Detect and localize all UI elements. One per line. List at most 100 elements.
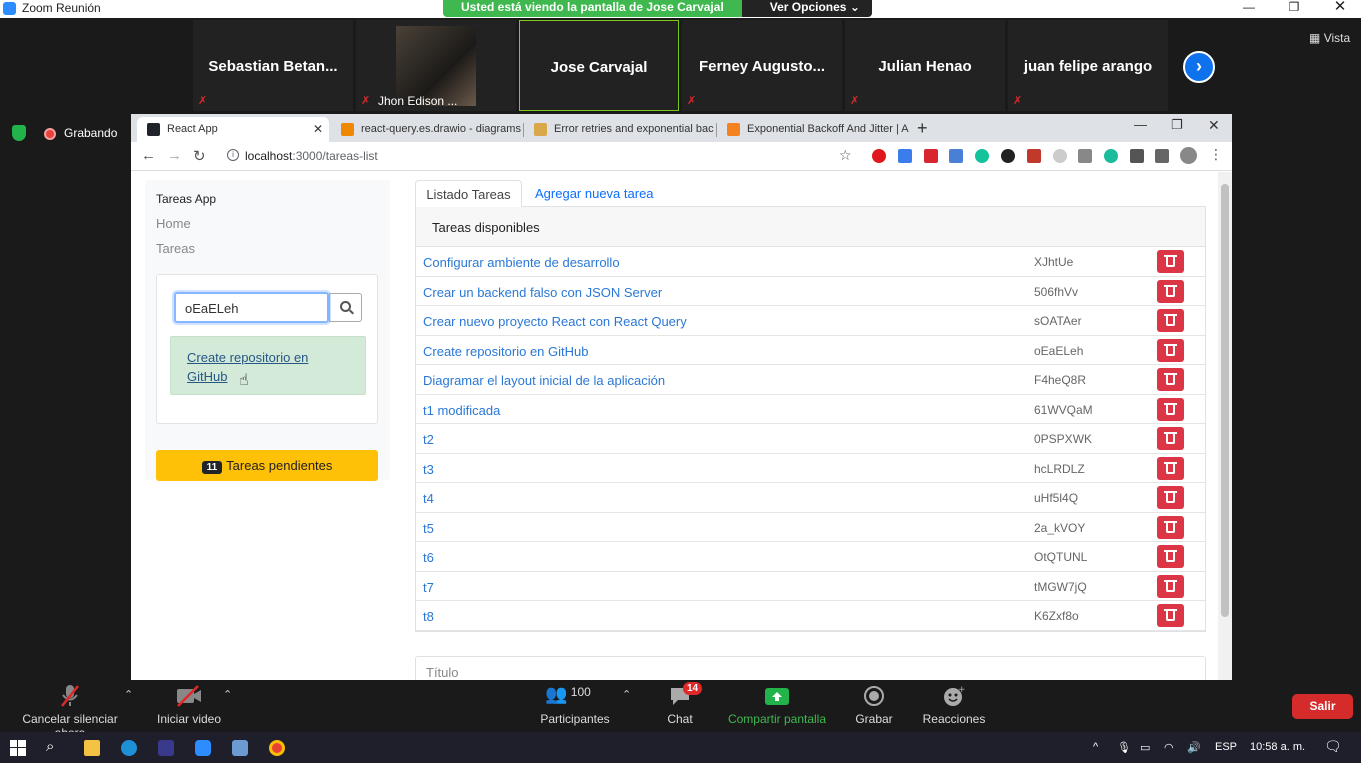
participants-button[interactable]: 👥 100 Participantes [540,684,610,726]
forward-arrow-icon[interactable]: → [167,147,182,164]
nav-link-tareas[interactable]: Tareas [156,241,195,256]
share-screen-button[interactable]: Compartir pantalla [727,684,827,726]
task-name-link[interactable]: Crear un backend falso con JSON Server [423,285,662,300]
participant-tile[interactable]: Julian Henao ✗ [845,20,1005,111]
profile-avatar[interactable] [1180,147,1197,164]
chrome-icon[interactable] [269,740,285,756]
extension-icon[interactable] [1027,149,1041,163]
search-input[interactable]: oEaELeh [174,292,329,323]
delete-task-button[interactable] [1157,604,1184,627]
delete-task-button[interactable] [1157,427,1184,450]
task-name-link[interactable]: t1 modificada [423,403,500,418]
task-name-link[interactable]: t4 [423,491,434,506]
search-result-link[interactable]: Create repositorio en GitHub [187,348,337,386]
delete-task-button[interactable] [1157,338,1184,362]
next-page-arrow-icon[interactable]: › [1183,51,1215,83]
tab-listado-tareas[interactable]: Listado Tareas [415,180,522,208]
audio-options-caret-icon[interactable]: ⌃ [124,688,133,701]
search-icon[interactable]: ⌕ [46,738,62,755]
delete-task-button[interactable] [1157,309,1184,332]
language-indicator[interactable]: ESP [1215,741,1237,753]
translate-extension-icon[interactable] [949,149,963,163]
task-name-link[interactable]: t8 [423,609,434,624]
url-field[interactable]: i localhost:3000/tareas-list [221,145,861,167]
delete-task-button[interactable] [1157,545,1184,568]
leave-meeting-button[interactable]: Salir [1292,694,1353,719]
browser-restore-icon[interactable]: ❐ [1171,117,1183,133]
security-shield-icon[interactable] [12,125,26,141]
browser-minimize-icon[interactable]: — [1134,117,1147,132]
start-video-button[interactable]: Iniciar video [154,684,224,726]
view-button[interactable]: ▦ Vista [1309,31,1350,45]
puzzle-extensions-icon[interactable] [1130,149,1144,163]
grammarly-extension-icon[interactable] [975,149,989,163]
back-arrow-icon[interactable]: ← [141,147,156,164]
restore-icon[interactable]: ❐ [1271,0,1317,18]
browser-menu-icon[interactable]: ⋮ [1209,146,1223,163]
tray-chevron-icon[interactable]: ^ [1093,741,1098,753]
extension-icon[interactable] [924,149,938,163]
page-scrollbar[interactable] [1218,172,1232,680]
notifications-icon[interactable]: 🗨 [1324,738,1342,755]
close-icon[interactable]: ✕ [1317,0,1361,18]
browser-tab-drawio[interactable]: react-query.es.drawio - diagrams [331,117,523,142]
block-extension-icon[interactable] [1001,149,1015,163]
browser-tab-error-retries[interactable]: Error retries and exponential bac [524,117,716,142]
participants-caret-icon[interactable]: ⌃ [622,688,631,701]
task-name-link[interactable]: t2 [423,432,434,447]
file-explorer-icon[interactable] [84,740,100,756]
browser-tab-react-app[interactable]: React App ✕ [137,117,329,142]
task-name-link[interactable]: t3 [423,462,434,477]
clock[interactable]: 10:58 a. m. [1250,741,1305,753]
close-tab-icon[interactable]: ✕ [313,122,323,136]
delete-task-button[interactable] [1157,368,1184,391]
task-name-link[interactable]: t5 [423,521,434,536]
app-icon[interactable] [158,740,174,756]
zoom-app-icon[interactable] [195,740,211,756]
delete-task-button[interactable] [1157,279,1184,303]
task-name-link[interactable]: Diagramar el layout inicial de la aplica… [423,373,665,388]
scrollbar-thumb[interactable] [1221,184,1229,617]
cast-icon[interactable] [1155,149,1169,163]
delete-task-button[interactable] [1157,456,1184,480]
wifi-icon[interactable]: ◠ [1164,741,1174,754]
nav-link-home[interactable]: Home [156,216,191,231]
extension-icon[interactable] [1053,149,1067,163]
reactions-button[interactable]: + Reacciones [922,684,986,726]
task-name-link[interactable]: t6 [423,550,434,565]
edge-icon[interactable] [121,740,137,756]
windows-start-icon[interactable] [10,740,26,756]
search-button[interactable] [329,293,362,322]
volume-icon[interactable]: 🔊 [1187,741,1201,754]
view-options-button[interactable]: Ver Opciones ⌄ [741,0,872,17]
new-tab-plus-icon[interactable]: + [917,118,928,139]
eyedropper-extension-icon[interactable] [1078,149,1092,163]
site-info-icon[interactable]: i [227,149,239,161]
participant-tile[interactable]: Ferney Augusto... ✗ [682,20,842,111]
participant-tile[interactable]: ✗ Jhon Edison ... [356,20,516,111]
battery-icon[interactable]: ▭ [1140,741,1150,754]
bookmark-star-icon[interactable]: ☆ [839,147,852,164]
pending-tasks-button[interactable]: 11 Tareas pendientes [156,450,378,481]
delete-task-button[interactable] [1157,250,1184,273]
browser-tab-exponential-backoff[interactable]: Exponential Backoff And Jitter | A [717,117,909,142]
delete-task-button[interactable] [1157,574,1184,598]
delete-task-button[interactable] [1157,397,1184,421]
browser-close-icon[interactable]: ✕ [1208,117,1220,134]
participant-tile-active-speaker[interactable]: Jose Carvajal [519,20,679,111]
minimize-icon[interactable]: — [1226,0,1272,18]
task-name-link[interactable]: Crear nuevo proyecto React con React Que… [423,314,687,329]
video-options-caret-icon[interactable]: ⌃ [223,688,232,701]
participant-tile[interactable]: juan felipe arango ✗ [1008,20,1168,111]
title-input[interactable]: Título [415,656,1206,680]
delete-task-button[interactable] [1157,486,1184,509]
record-button[interactable]: Grabar [854,684,894,726]
reload-icon[interactable]: ↻ [193,147,206,165]
extension-icon[interactable] [898,149,912,163]
app-icon[interactable] [232,740,248,756]
opera-extension-icon[interactable] [872,149,886,163]
participant-tile[interactable]: Sebastian Betan... ✗ [193,20,353,111]
task-name-link[interactable]: t7 [423,580,434,595]
task-name-link[interactable]: Configurar ambiente de desarrollo [423,255,620,270]
microphone-tray-icon[interactable]: 🎙 [1117,741,1131,754]
